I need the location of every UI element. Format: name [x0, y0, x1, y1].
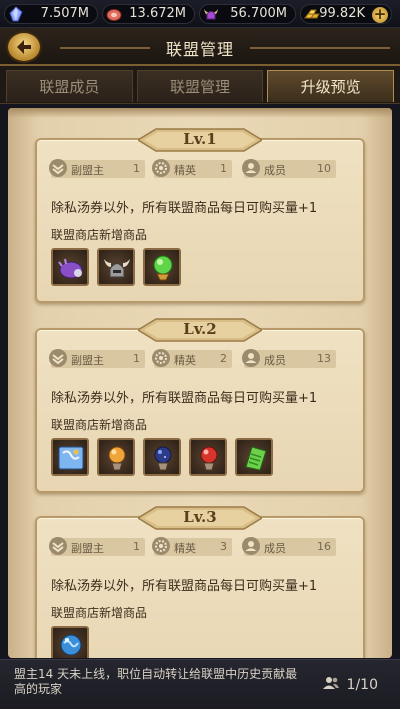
level-banner: Lv.2 [138, 315, 262, 345]
members-icon [323, 677, 339, 689]
header: 联盟管理 [0, 28, 400, 66]
vice-leader-stat: 副盟主 1 [49, 159, 145, 178]
member-stat: 成员 13 [242, 349, 336, 368]
level-card: Lv.1 副盟主 1 精英 1 成员 10 除私汤券以外，所有联盟商品每日可购买… [35, 128, 365, 303]
resource-helmet: 56.700M [199, 3, 296, 24]
leader-transfer-note: 盟主14 天未上线，职位自动转让给联盟中历史贡献最高的玩家 [14, 667, 298, 696]
crystal-icon [9, 5, 23, 21]
elite-stat: 精英 3 [152, 537, 232, 556]
level-label: Lv.3 [183, 508, 217, 526]
resource-gold: 99.82K + [300, 3, 392, 24]
benefit-text: 除私汤券以外，所有联盟商品每日可购买量+1 [51, 391, 318, 406]
shop-items [51, 438, 281, 478]
level-banner: Lv.3 [138, 503, 262, 533]
elite-gear-icon [152, 349, 170, 367]
purple-beetle-icon[interactable] [51, 248, 89, 286]
resource-bar: 7.507M 13.672M 56.700M 99.82K + [0, 0, 400, 28]
member-stat: 成员 16 [242, 537, 336, 556]
meat-icon [106, 8, 122, 21]
resource-value: 99.82K [319, 6, 365, 21]
shop-items [51, 248, 189, 288]
person-icon [242, 349, 260, 367]
footer: 盟主14 天未上线，职位自动转让给联盟中历史贡献最高的玩家 1/10 [0, 659, 400, 709]
rank-chevron-icon [49, 159, 67, 177]
tab-bar: 联盟成员 联盟管理 升级预览 [0, 66, 400, 104]
orange-orb-icon[interactable] [97, 438, 135, 476]
gold-bars-icon [304, 9, 320, 18]
green-scroll-icon[interactable] [235, 438, 273, 476]
blue-map-icon[interactable] [51, 438, 89, 476]
vice-leader-stat: 副盟主 1 [49, 537, 145, 556]
resource-value: 56.700M [230, 6, 287, 21]
shop-new-items-title: 联盟商店新增商品 [51, 228, 148, 242]
rank-chevron-icon [49, 349, 67, 367]
shop-new-items-title: 联盟商店新增商品 [51, 418, 148, 432]
horned-helm-icon[interactable] [97, 248, 135, 286]
elite-gear-icon [152, 159, 170, 177]
level-card: Lv.2 副盟主 1 精英 2 成员 13 除私汤券以外，所有联盟商品每日可购买… [35, 318, 365, 493]
shop-items [51, 626, 97, 658]
benefit-text: 除私汤券以外，所有联盟商品每日可购买量+1 [51, 201, 318, 216]
dark-blue-orb-icon[interactable] [143, 438, 181, 476]
red-orb-icon[interactable] [189, 438, 227, 476]
tab-alliance-members[interactable]: 联盟成员 [6, 70, 133, 102]
elite-stat: 精英 2 [152, 349, 232, 368]
vice-leader-stat: 副盟主 1 [49, 349, 145, 368]
tab-alliance-management[interactable]: 联盟管理 [136, 70, 264, 102]
add-gold-button[interactable]: + [372, 6, 388, 23]
tab-upgrade-preview[interactable]: 升级预览 [267, 70, 395, 102]
level-label: Lv.1 [183, 130, 217, 148]
resource-crystal: 7.507M [4, 3, 98, 24]
member-stat: 成员 10 [242, 159, 336, 178]
rank-chevron-icon [49, 537, 67, 555]
member-count: 1/10 [346, 677, 378, 693]
level-card: Lv.3 副盟主 1 精英 3 成员 16 除私汤券以外，所有联盟商品每日可购买… [35, 506, 365, 658]
elite-stat: 精英 1 [152, 159, 232, 178]
page-title: 联盟管理 [165, 40, 234, 59]
green-orb-icon[interactable] [143, 248, 181, 286]
shop-new-items-title: 联盟商店新增商品 [51, 606, 148, 620]
resource-value: 7.507M [40, 6, 89, 21]
level-banner: Lv.1 [138, 125, 262, 155]
elite-gear-icon [152, 537, 170, 555]
person-icon [242, 537, 260, 555]
level-list[interactable]: Lv.1 副盟主 1 精英 1 成员 10 除私汤券以外，所有联盟商品每日可购买… [8, 108, 392, 658]
person-icon [242, 159, 260, 177]
level-label: Lv.2 [183, 320, 217, 338]
globe-orb-icon[interactable] [51, 626, 89, 658]
horned-helmet-icon [204, 8, 218, 19]
benefit-text: 除私汤券以外，所有联盟商品每日可购买量+1 [51, 579, 318, 594]
resource-meat: 13.672M [102, 3, 195, 24]
resource-value: 13.672M [129, 6, 186, 21]
